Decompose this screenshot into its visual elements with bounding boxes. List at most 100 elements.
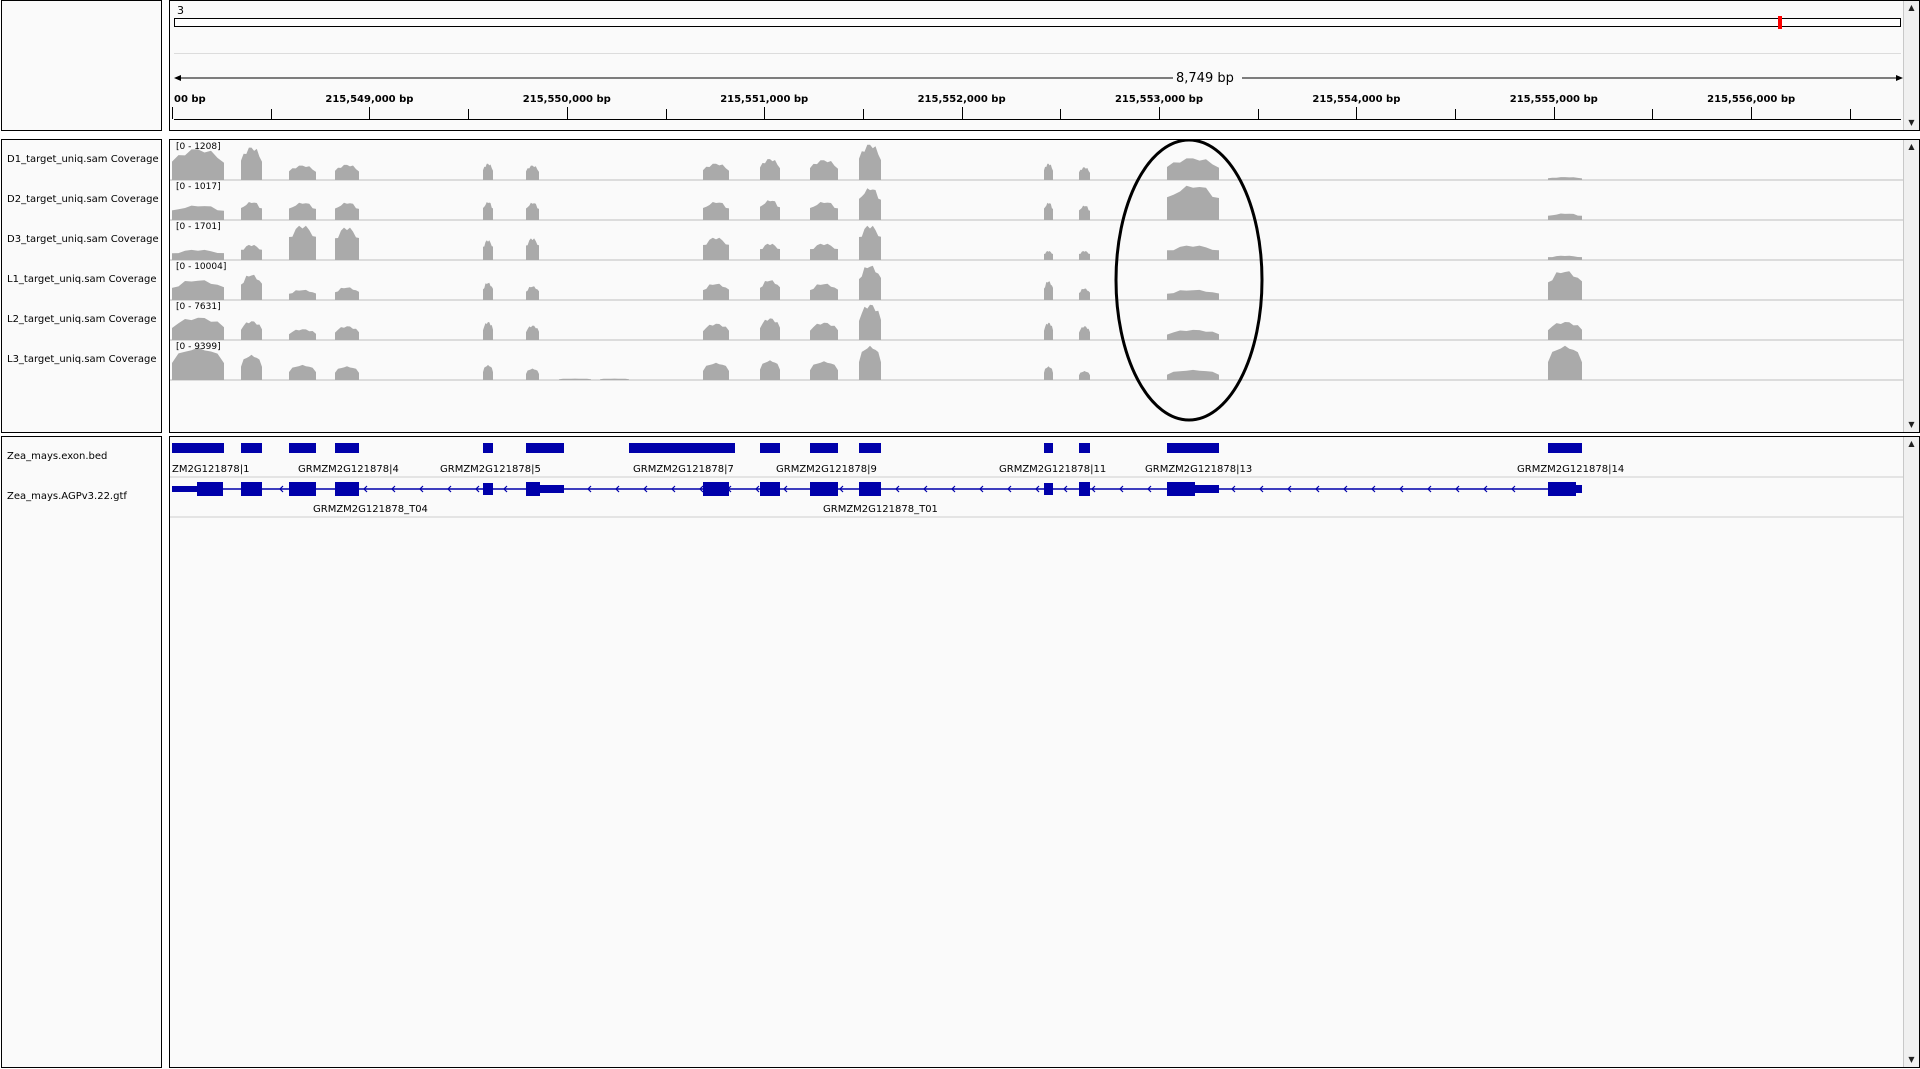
ruler-tick-label: 215,555,000 bp [1509,94,1598,105]
feature-plot[interactable] [170,437,1905,537]
coverage-bar [241,147,262,180]
scroll-up-icon[interactable]: ▲ [1904,140,1919,154]
ruler-tick [172,107,174,119]
exon-block [526,443,564,453]
transcript-exon [197,482,223,496]
track-name-gtf[interactable]: Zea_mays.AGPv3.22.gtf [7,491,127,502]
coverage-bar [526,325,539,340]
coverage-bar [1044,281,1053,300]
chromosome-label: 3 [177,4,184,17]
scroll-down-icon[interactable]: ▼ [1904,418,1919,432]
scroll-up-icon[interactable]: ▲ [1904,1,1919,15]
coverage-bar [703,237,729,260]
transcript-exon [1576,485,1582,493]
transcript-exon [241,482,262,496]
track-name-exon-bed[interactable]: Zea_mays.exon.bed [7,451,107,462]
coverage-bar [760,200,780,220]
exon-block [629,443,735,453]
coverage-bar [241,274,262,300]
coverage-bar [335,287,359,300]
coverage-bar [810,243,838,260]
coverage-bar [526,238,539,260]
coverage-bar [760,318,780,340]
coverage-bar [335,164,359,180]
track-name-l1[interactable]: L1_target_uniq.sam Coverage [7,274,157,285]
feature-data-panel: ZM2G121878|1 GRMZM2G121878|4 GRMZM2G1218… [169,436,1920,1068]
coverage-plot[interactable] [170,140,1905,432]
ruler-minor-tick [1849,109,1851,119]
track-name-d2[interactable]: D2_target_uniq.sam Coverage [7,194,159,205]
exon-block [1044,443,1053,453]
transcript-exon [859,482,881,496]
span-line [174,75,1903,81]
transcript-label: GRMZM2G121878_T01 [823,504,938,515]
exon-label: GRMZM2G121878|7 [633,464,734,475]
coverage-bar [810,361,838,380]
transcript-exon [703,482,729,496]
exon-block [760,443,780,453]
ruler-tick-label: 215,549,000 bp [325,94,414,105]
range-label-l2: [0 - 7631] [176,302,221,312]
coverage-scrollbar[interactable]: ▲ ▼ [1903,140,1919,432]
chromosome-ideogram[interactable] [174,18,1901,27]
transcript-exon [1079,482,1090,496]
coverage-bar [172,249,224,260]
ruler-scrollbar[interactable]: ▲ ▼ [1903,1,1919,130]
exon-label: GRMZM2G121878|11 [999,464,1107,475]
coverage-bar [241,354,262,380]
coverage-bar [703,323,729,340]
ruler-tick [1158,107,1160,119]
coverage-bar [1079,251,1090,260]
coverage-bar [810,322,838,340]
ruler-tick [566,107,568,119]
coverage-bar [810,283,838,300]
coverage-bar [483,163,493,180]
coverage-bar [1548,271,1582,300]
coverage-bar [483,364,493,380]
track-name-l2[interactable]: L2_target_uniq.sam Coverage [7,314,157,325]
coverage-name-panel: D1_target_uniq.sam Coverage D2_target_un… [1,139,162,433]
exon-block [483,443,493,453]
track-name-l3[interactable]: L3_target_uniq.sam Coverage [7,354,157,365]
feature-name-panel: Zea_mays.exon.bed Zea_mays.AGPv3.22.gtf [1,436,162,1068]
coverage-bar [703,283,729,300]
transcript-exon [335,482,359,496]
coverage-bar [172,205,224,220]
exon-block [172,443,224,453]
coverage-bar [289,165,316,180]
coverage-bar [1548,322,1582,340]
scroll-up-icon[interactable]: ▲ [1904,437,1919,451]
range-label-d2: [0 - 1017] [176,182,221,192]
coverage-bar [483,282,493,300]
ruler-tick-label: 215,550,000 bp [522,94,611,105]
coverage-data-panel: [0 - 1208] [0 - 1017] [0 - 1701] [0 - 10… [169,139,1920,433]
ruler-minor-tick [665,109,667,119]
exon-label: GRMZM2G121878|13 [1145,464,1253,475]
ruler-minor-tick [468,109,470,119]
ruler-tick [764,107,766,119]
coverage-bar [559,378,591,380]
exon-label: ZM2G121878|1 [172,464,250,475]
coverage-bar [172,149,224,180]
ruler-tick [1553,107,1555,119]
coverage-bar [1044,163,1053,180]
coverage-bar [1548,177,1582,180]
exon-block [1548,443,1582,453]
ruler-tick [1751,107,1753,119]
ruler-tick-label: 215,552,000 bp [917,94,1006,105]
ruler-tick-label: 215,556,000 bp [1707,94,1796,105]
scroll-down-icon[interactable]: ▼ [1904,1053,1919,1067]
ruler-minor-tick [1455,109,1457,119]
track-name-d1[interactable]: D1_target_uniq.sam Coverage [7,154,159,165]
scroll-down-icon[interactable]: ▼ [1904,116,1919,130]
feature-scrollbar[interactable]: ▲ ▼ [1903,437,1919,1067]
ruler-minor-tick [1060,109,1062,119]
coverage-bar [703,202,729,220]
coverage-bar [526,286,539,300]
coverage-bar [526,202,539,220]
coverage-bar [1044,322,1053,340]
coverage-bar [760,159,780,180]
track-name-d3[interactable]: D3_target_uniq.sam Coverage [7,234,159,245]
coverage-bar [703,163,729,180]
coverage-bar [335,366,359,380]
